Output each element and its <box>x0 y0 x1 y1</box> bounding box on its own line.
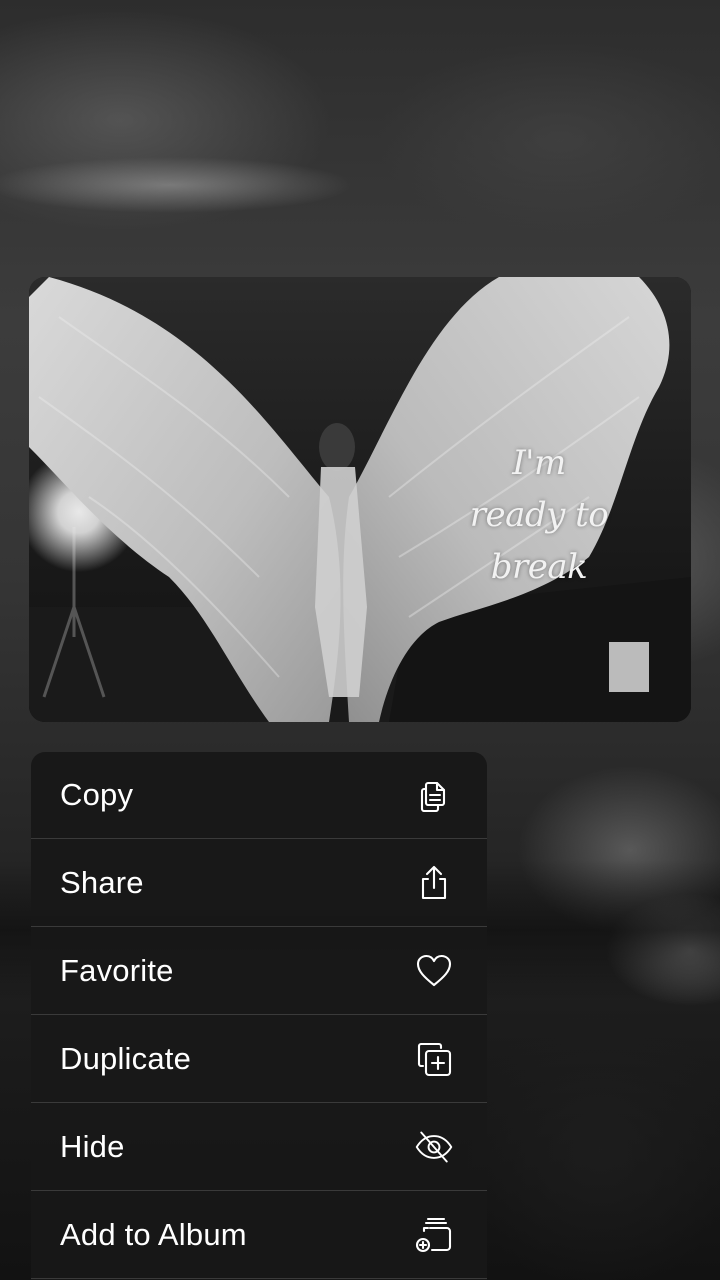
eye-slash-icon <box>413 1126 455 1168</box>
context-menu: Copy Share Favorite Duplicate Hide Add t… <box>31 752 487 1280</box>
menu-item-label: Add to Album <box>60 1217 247 1252</box>
menu-item-label: Hide <box>60 1129 125 1164</box>
add-to-album-icon <box>413 1214 455 1256</box>
caption-line-2: ready to <box>469 495 609 535</box>
duplicate-icon <box>413 1038 455 1080</box>
menu-item-label: Copy <box>60 777 134 812</box>
photo-preview[interactable]: I'm ready to break <box>29 277 691 722</box>
menu-item-label: Favorite <box>60 953 174 988</box>
menu-item-favorite[interactable]: Favorite <box>31 928 487 1015</box>
menu-item-share[interactable]: Share <box>31 840 487 927</box>
caption-line-3: break <box>490 547 588 587</box>
caption-line-1: I'm <box>512 443 566 483</box>
copy-icon <box>413 774 455 816</box>
menu-item-label: Share <box>60 865 144 900</box>
screen: I'm ready to break Copy Share Favorite D… <box>0 0 720 1280</box>
share-icon <box>413 862 455 904</box>
menu-item-hide[interactable]: Hide <box>31 1104 487 1191</box>
menu-item-label: Duplicate <box>60 1041 192 1076</box>
menu-item-add-to-album[interactable]: Add to Album <box>31 1192 487 1279</box>
photo-caption: I'm ready to break <box>424 437 654 593</box>
menu-item-copy[interactable]: Copy <box>31 752 487 839</box>
menu-item-duplicate[interactable]: Duplicate <box>31 1016 487 1103</box>
heart-icon <box>413 950 455 992</box>
